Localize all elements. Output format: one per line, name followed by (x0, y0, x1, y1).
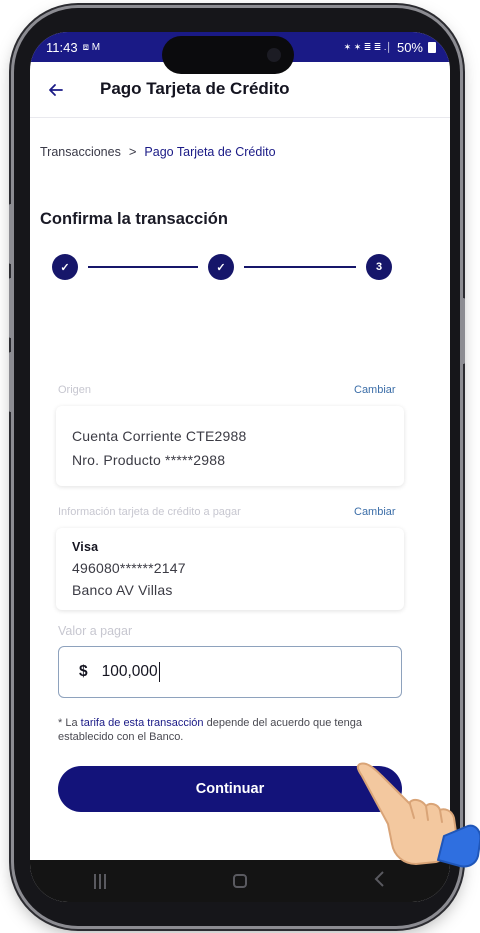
origin-account-name: Cuenta Corriente CTE2988 (72, 428, 247, 444)
stepper-connector (244, 266, 356, 268)
battery-icon (428, 41, 436, 53)
status-left: 11:43 ⧈ M (46, 40, 100, 55)
pointing-hand-icon (356, 762, 480, 868)
card-bank: Banco AV Villas (72, 582, 173, 598)
breadcrumb-separator: > (128, 144, 137, 159)
step-3-indicator: 3 (366, 254, 392, 280)
section-title: Confirma la transacción (40, 210, 228, 228)
back-nav-icon[interactable] (360, 870, 400, 893)
card-to-pay-card: Visa 496080******2147 Banco AV Villas (56, 528, 404, 610)
recent-apps-icon[interactable] (80, 873, 120, 889)
page-title: Pago Tarjeta de Crédito (100, 79, 290, 98)
progress-stepper: ✓ ✓ 3 (52, 254, 392, 282)
step-1-check-icon: ✓ (52, 254, 78, 280)
origin-label: Origen (58, 384, 92, 396)
currency-symbol: $ (79, 663, 88, 680)
power-button (462, 298, 465, 364)
home-button[interactable] (220, 874, 260, 888)
disclaimer-prefix: * La (58, 717, 81, 729)
card-to-pay-label: Información tarjeta de crédito a pagar (58, 506, 241, 518)
breadcrumb: Transacciones > Pago Tarjeta de Crédito (40, 144, 276, 159)
signal-icons: ✶ ✶ ≣ ≣ .│ (343, 41, 392, 52)
status-right: ✶ ✶ ≣ ≣ .│ 50% (344, 40, 436, 55)
fee-disclaimer: * La tarifa de esta transacción depende … (58, 716, 398, 744)
card-number: 496080******2147 (72, 560, 186, 576)
change-card-link[interactable]: Cambiar (354, 506, 396, 518)
continue-button[interactable]: Continuar (58, 766, 402, 812)
status-time: 11:43 (46, 39, 78, 55)
change-origin-link[interactable]: Cambiar (354, 384, 396, 396)
origin-product-number: Nro. Producto *****2988 (72, 452, 226, 468)
card-brand: Visa (72, 540, 99, 554)
amount-input[interactable]: $ 100,000 (58, 646, 402, 698)
app-header: Pago Tarjeta de Crédito (30, 62, 450, 118)
stepper-connector (88, 266, 198, 268)
text-caret (158, 662, 161, 682)
back-arrow-icon[interactable] (46, 80, 66, 100)
notification-icons: ⧈ M (82, 41, 101, 53)
battery-percent: 50% (396, 39, 423, 55)
step-2-check-icon: ✓ (208, 254, 234, 280)
origin-card: Cuenta Corriente CTE2988 Nro. Producto *… (56, 406, 404, 486)
fee-link[interactable]: tarifa de esta transacción (81, 717, 204, 729)
breadcrumb-transacciones[interactable]: Transacciones (40, 145, 121, 159)
side-button (9, 278, 12, 338)
home-icon (233, 874, 247, 888)
amount-label: Valor a pagar (58, 624, 133, 638)
breadcrumb-current: Pago Tarjeta de Crédito (144, 144, 276, 159)
camera-icon (267, 48, 281, 62)
side-button (9, 204, 12, 264)
side-button (9, 352, 12, 412)
amount-value: 100,000 (101, 663, 158, 680)
